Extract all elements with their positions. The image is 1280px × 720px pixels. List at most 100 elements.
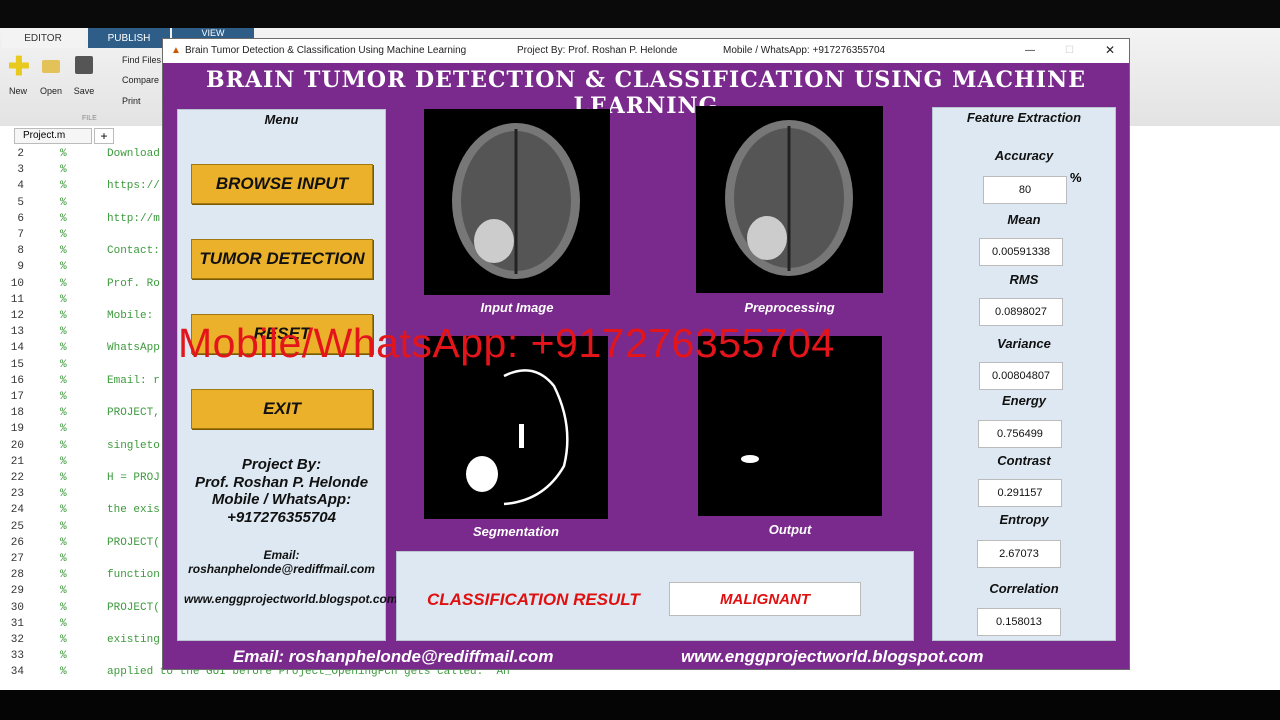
code-line[interactable]: the exis xyxy=(107,504,160,516)
line-number: 33 xyxy=(10,650,24,663)
comment-marker: % xyxy=(60,520,67,533)
variance-value[interactable]: 0.00804807 xyxy=(979,362,1063,390)
save-icon xyxy=(75,56,93,74)
project-by-label: Project By: xyxy=(241,456,322,473)
comment-marker: % xyxy=(60,553,67,565)
comment-marker: % xyxy=(60,569,67,582)
comment-marker: % xyxy=(60,342,67,355)
code-line[interactable]: existing xyxy=(107,634,160,646)
comment-marker: % xyxy=(60,293,67,306)
open-button[interactable]: Open xyxy=(36,86,66,96)
comment-marker: % xyxy=(60,374,67,387)
code-line[interactable]: Prof. Ro xyxy=(107,278,160,290)
line-number: 29 xyxy=(10,585,24,598)
comment-marker: % xyxy=(60,455,67,468)
code-line[interactable]: Contact: xyxy=(107,245,160,257)
feature-title: Feature Extraction xyxy=(966,110,1082,125)
line-number: 5 xyxy=(17,196,24,209)
mobile-label: Mobile / WhatsApp: xyxy=(211,491,352,508)
file-section-label: FILE xyxy=(82,115,97,122)
tumor-detection-button[interactable]: TUMOR DETECTION xyxy=(191,239,373,279)
browse-input-button[interactable]: BROWSE INPUT xyxy=(191,164,373,204)
line-number: 7 xyxy=(17,229,24,241)
window-mobile: Mobile / WhatsApp: +917276355704 xyxy=(723,45,886,56)
code-line[interactable]: H = PROJ xyxy=(107,472,160,484)
line-number: 19 xyxy=(10,423,24,436)
website: www.enggprojectworld.blogspot.com xyxy=(184,592,398,606)
code-line[interactable]: singleto xyxy=(107,440,160,452)
new-button[interactable]: New xyxy=(4,86,32,96)
exit-button[interactable]: EXIT xyxy=(191,389,373,429)
watermark-text: Mobile/WhatsApp: +917276355704 xyxy=(178,320,835,366)
comment-marker: % xyxy=(60,245,67,258)
file-tab-project[interactable]: Project.m xyxy=(14,128,92,144)
comment-marker: % xyxy=(60,196,67,209)
menu-title: Menu xyxy=(264,112,299,127)
title-bar: ▲ Brain Tumor Detection & Classification… xyxy=(163,39,1129,63)
comment-marker: % xyxy=(60,504,67,517)
minimize-button[interactable]: — xyxy=(1025,45,1035,56)
comment-marker: % xyxy=(60,617,67,630)
code-line[interactable]: Mobile: xyxy=(107,310,153,322)
classification-result: MALIGNANT xyxy=(669,582,861,616)
code-line[interactable]: PROJECT( xyxy=(107,602,160,614)
code-line[interactable]: Email: r xyxy=(107,375,160,387)
compare-button[interactable]: Compare xyxy=(122,75,159,85)
close-button[interactable]: ✕ xyxy=(1105,43,1115,57)
comment-marker: % xyxy=(60,472,67,484)
input-image-caption: Input Image xyxy=(480,300,554,315)
line-number: 28 xyxy=(10,569,24,582)
comment-marker: % xyxy=(60,407,67,420)
tab-editor[interactable]: EDITOR xyxy=(2,28,84,48)
code-line[interactable]: WhatsApp xyxy=(107,342,160,354)
code-line[interactable]: function xyxy=(107,569,160,581)
input-image xyxy=(424,109,610,295)
comment-marker: % xyxy=(60,358,67,371)
comment-marker: % xyxy=(60,650,67,663)
rms-value[interactable]: 0.0898027 xyxy=(979,298,1063,326)
print-button[interactable]: Print xyxy=(122,96,141,106)
code-line[interactable]: http://m xyxy=(107,213,160,225)
open-icon xyxy=(42,60,60,73)
line-number: 10 xyxy=(10,277,24,290)
contrast-label: Contrast xyxy=(997,453,1051,468)
mean-value[interactable]: 0.00591338 xyxy=(979,238,1063,266)
new-icon: ✚ xyxy=(8,51,30,81)
energy-value[interactable]: 0.756499 xyxy=(978,420,1062,448)
line-number: 16 xyxy=(10,374,24,387)
code-line[interactable]: https:// xyxy=(107,180,160,192)
add-tab-button[interactable]: + xyxy=(94,128,114,144)
top-bar xyxy=(0,0,1280,28)
entropy-label: Entropy xyxy=(999,512,1049,527)
contrast-value[interactable]: 0.291157 xyxy=(978,479,1062,507)
find-files-button[interactable]: Find Files xyxy=(122,55,161,65)
entropy-value[interactable]: 2.67073 xyxy=(977,540,1061,568)
line-number: 27 xyxy=(10,553,24,565)
comment-marker: % xyxy=(60,488,67,501)
line-number: 17 xyxy=(10,391,24,403)
correlation-value[interactable]: 0.158013 xyxy=(977,608,1061,636)
maximize-button[interactable]: ☐ xyxy=(1065,45,1074,56)
code-line[interactable]: PROJECT( xyxy=(107,537,160,549)
code-line[interactable]: PROJECT, xyxy=(107,407,160,419)
comment-marker: % xyxy=(60,229,67,241)
accuracy-value[interactable]: 80 xyxy=(983,176,1067,204)
segmentation-caption: Segmentation xyxy=(473,524,559,539)
accuracy-percent-label: % xyxy=(1070,170,1082,185)
code-line[interactable]: Download xyxy=(107,148,160,160)
line-number: 14 xyxy=(10,342,24,355)
save-button[interactable]: Save xyxy=(70,86,98,96)
comment-marker: % xyxy=(60,601,67,614)
bottom-bar xyxy=(0,690,1280,720)
mobile-number: +917276355704 xyxy=(227,509,336,526)
comment-marker: % xyxy=(60,634,67,646)
line-number: 18 xyxy=(10,407,24,420)
line-number: 12 xyxy=(10,310,24,322)
tab-publish[interactable]: PUBLISH xyxy=(88,28,170,48)
email-address: roshanphelonde@rediffmail.com xyxy=(188,562,375,576)
preprocessing-caption: Preprocessing xyxy=(744,300,835,315)
window-title: Brain Tumor Detection & Classification U… xyxy=(185,45,467,56)
comment-marker: % xyxy=(60,261,67,274)
line-number: 20 xyxy=(10,439,24,452)
energy-label: Energy xyxy=(1001,393,1047,408)
